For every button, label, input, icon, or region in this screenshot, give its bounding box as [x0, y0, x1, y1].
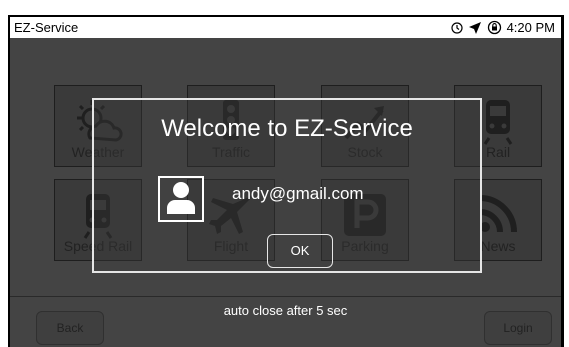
welcome-dialog: Welcome to EZ-Service andy@gmail.com OK [92, 98, 482, 273]
lock-rotation-icon [487, 20, 502, 35]
login-button[interactable]: Login [484, 311, 552, 345]
clock-icon [450, 21, 463, 34]
status-bar: EZ-Service 4:20 PM [10, 17, 561, 38]
status-indicators: 4:20 PM [450, 17, 555, 38]
location-arrow-icon [468, 21, 482, 35]
user-email: andy@gmail.com [232, 184, 364, 203]
app-title: EZ-Service [14, 20, 79, 35]
avatar [158, 176, 204, 222]
user-icon [165, 180, 197, 219]
dialog-title: Welcome to EZ-Service [161, 115, 413, 142]
main-area: Weather Traffic Stock Rail Speed Rail Fl… [10, 38, 561, 347]
device-frame: EZ-Service 4:20 PM Weather Traffic Stock… [0, 0, 569, 347]
rss-icon [476, 192, 520, 241]
back-button[interactable]: Back [36, 311, 104, 345]
clock-time: 4:20 PM [506, 20, 555, 35]
ok-button[interactable]: OK [267, 234, 333, 268]
divider [10, 296, 561, 297]
